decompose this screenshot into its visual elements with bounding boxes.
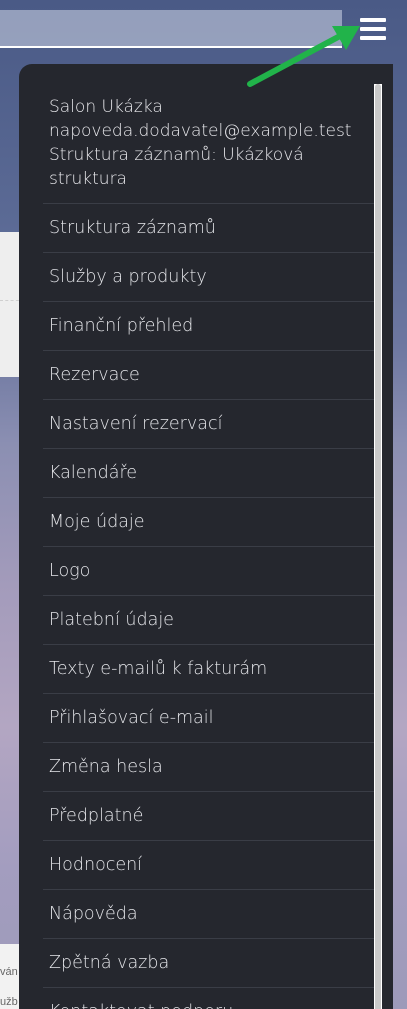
scrollbar-thumb[interactable] xyxy=(375,84,381,1009)
menu-item-zmena-hesla[interactable]: Změna hesla xyxy=(43,743,375,792)
menu-item-napoveda[interactable]: Nápověda xyxy=(43,890,375,939)
navigation-menu: Salon Ukázka napoveda.dodavatel@example.… xyxy=(19,64,393,1009)
menu-item-moje-udaje[interactable]: Moje údaje xyxy=(43,498,375,547)
menu-item-predplatne[interactable]: Předplatné xyxy=(43,792,375,841)
structure-label-continued: struktura xyxy=(49,169,127,189)
structure-label: Struktura záznamů: Ukázková xyxy=(49,145,304,165)
salon-name: Salon Ukázka xyxy=(49,97,163,117)
menu-item-rezervace[interactable]: Rezervace xyxy=(43,351,375,400)
menu-item-hodnoceni[interactable]: Hodnocení xyxy=(43,841,375,890)
menu-item-texty-emailu[interactable]: Texty e-mailů k fakturám xyxy=(43,645,375,694)
footer-text: užb xyxy=(0,996,18,1008)
menu-item-prihlasovaci-email[interactable]: Přihlašovací e-mail xyxy=(43,694,375,743)
menu-list: Salon Ukázka napoveda.dodavatel@example.… xyxy=(43,64,375,1009)
menu-item-nastaveni-rezervaci[interactable]: Nastavení rezervací xyxy=(43,400,375,449)
menu-item-zpetna-vazba[interactable]: Zpětná vazba xyxy=(43,939,375,988)
menu-item-financni-prehled[interactable]: Finanční přehled xyxy=(43,302,375,351)
account-email: napoveda.dodavatel@example.test xyxy=(49,121,352,141)
menu-item-platebni-udaje[interactable]: Platební údaje xyxy=(43,596,375,645)
menu-item-struktura-zaznamu[interactable]: Struktura záznamů xyxy=(43,204,375,253)
arrow-icon xyxy=(247,26,360,87)
menu-item-kalendare[interactable]: Kalendáře xyxy=(43,449,375,498)
footer-text: ván xyxy=(0,966,18,978)
menu-scrollbar[interactable] xyxy=(374,84,382,1009)
menu-item-logo[interactable]: Logo xyxy=(43,547,375,596)
menu-item-kontaktovat-podporu[interactable]: Kontaktovat podporu xyxy=(43,988,375,1009)
menu-item-sluzby-a-produkty[interactable]: Služby a produkty xyxy=(43,253,375,302)
